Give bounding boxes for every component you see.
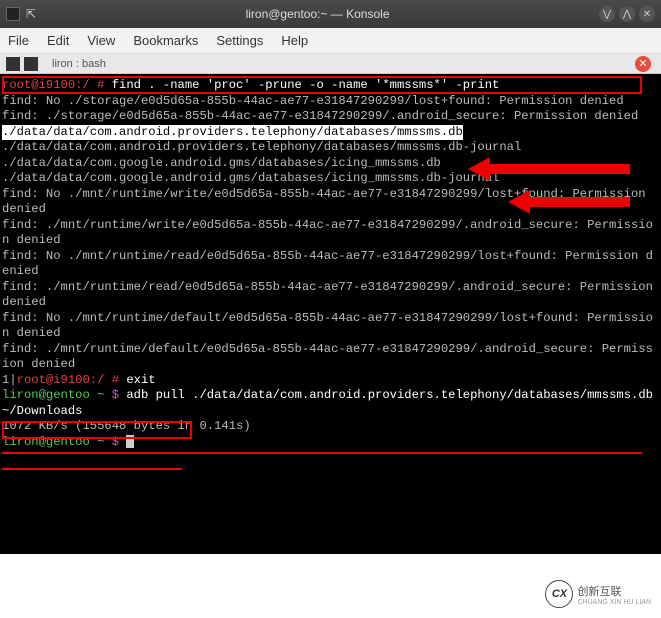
tab-bar: liron : bash ✕ <box>0 54 661 74</box>
menu-file[interactable]: File <box>8 33 29 48</box>
prompt-user: liron@gentoo <box>2 388 97 402</box>
pin-icon[interactable]: ⇱ <box>26 7 36 21</box>
prompt-dollar: $ <box>112 435 127 449</box>
watermark-text: 创新互联 <box>577 583 651 599</box>
command-text: exit <box>126 373 155 387</box>
prompt-root: root@i9100:/ # <box>2 78 112 92</box>
new-tab-icon[interactable] <box>6 57 20 71</box>
output-line: find: No ./mnt/runtime/default/e0d5d65a-… <box>2 311 659 342</box>
prompt-dollar: $ <box>112 388 127 402</box>
split-tab-icon[interactable] <box>24 57 38 71</box>
minimize-button[interactable]: ⋁ <box>599 6 615 22</box>
close-button[interactable]: ✕ <box>639 6 655 22</box>
output-line: ./data/data/com.google.android.gms/datab… <box>2 171 659 187</box>
output-line: find: No ./storage/e0d5d65a-855b-44ac-ae… <box>2 94 659 110</box>
output-line: find: ./storage/e0d5d65a-855b-44ac-ae77-… <box>2 109 659 125</box>
watermark-subtext: CHUANG XIN HU LIAN <box>577 599 651 606</box>
output-line: ./data/data/com.android.providers.teleph… <box>2 140 659 156</box>
menu-settings[interactable]: Settings <box>216 33 263 48</box>
window-title: liron@gentoo:~ — Konsole <box>36 7 599 21</box>
output-line: find: No ./mnt/runtime/write/e0d5d65a-85… <box>2 187 659 218</box>
menu-help[interactable]: Help <box>281 33 308 48</box>
annotation-underline <box>2 468 182 470</box>
command-text: find . -name 'proc' -prune -o -name '*mm… <box>112 78 500 92</box>
tab-label[interactable]: liron : bash <box>42 56 116 72</box>
watermark-logo: CX <box>545 580 573 608</box>
output-line: ./data/data/com.google.android.gms/datab… <box>2 156 659 172</box>
menu-bar: File Edit View Bookmarks Settings Help <box>0 28 661 54</box>
menu-view[interactable]: View <box>87 33 115 48</box>
prompt-user: liron@gentoo <box>2 435 97 449</box>
titlebar-left-icons: ⇱ <box>6 7 36 21</box>
watermark: CX 创新互联 CHUANG XIN HU LIAN <box>545 580 651 608</box>
prompt-tilde: ~ <box>97 435 112 449</box>
menu-edit[interactable]: Edit <box>47 33 69 48</box>
return-code: 1| <box>2 373 17 387</box>
menu-bookmarks[interactable]: Bookmarks <box>133 33 198 48</box>
highlighted-path: ./data/data/com.android.providers.teleph… <box>2 125 463 141</box>
prompt-tilde: ~ <box>97 388 112 402</box>
output-line: 1072 KB/s (155648 bytes in 0.141s) <box>2 419 659 435</box>
output-line: find: ./mnt/runtime/read/e0d5d65a-855b-4… <box>2 280 659 311</box>
window-titlebar: ⇱ liron@gentoo:~ — Konsole ⋁ ⋀ ✕ <box>0 0 661 28</box>
app-icon <box>6 7 20 21</box>
output-line: find: No ./mnt/runtime/read/e0d5d65a-855… <box>2 249 659 280</box>
maximize-button[interactable]: ⋀ <box>619 6 635 22</box>
output-line: find: ./mnt/runtime/write/e0d5d65a-855b-… <box>2 218 659 249</box>
annotation-underline <box>2 452 642 454</box>
cursor <box>126 435 134 448</box>
tab-close-icon[interactable]: ✕ <box>635 56 651 72</box>
output-line: find: ./mnt/runtime/default/e0d5d65a-855… <box>2 342 659 373</box>
terminal-output[interactable]: root@i9100:/ # find . -name 'proc' -prun… <box>0 74 661 554</box>
prompt-root: root@i9100:/ # <box>17 373 127 387</box>
